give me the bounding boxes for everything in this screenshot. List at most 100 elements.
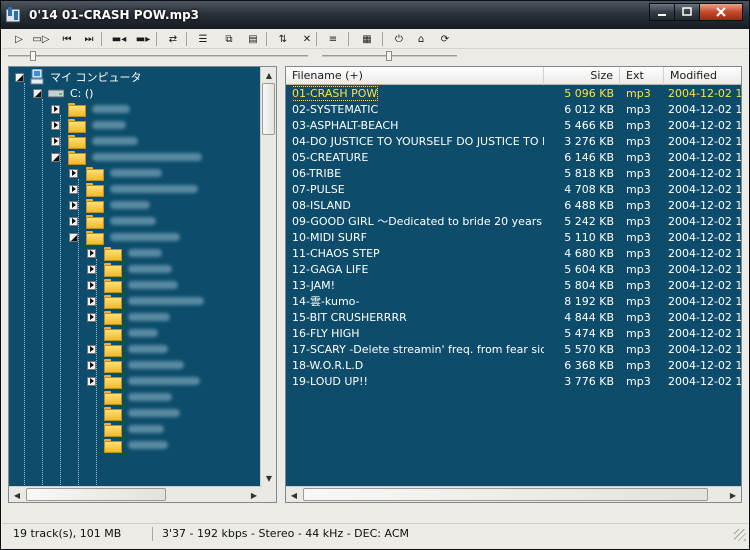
volume-slider-thumb[interactable] xyxy=(386,51,392,61)
table-row[interactable]: 09-GOOD GIRL 〜Dedicated to bride 20 year… xyxy=(286,214,741,230)
tree-item-my-computer[interactable]: マイ コンピュータ xyxy=(15,69,142,85)
expand-icon[interactable] xyxy=(87,344,96,354)
expand-icon[interactable] xyxy=(87,296,96,306)
table-row[interactable]: 01-CRASH POW 5 096 KB mp3 2004-12-02 11:2 xyxy=(286,86,741,102)
expand-icon[interactable] xyxy=(69,200,78,210)
tree-item-folder[interactable] xyxy=(87,437,168,453)
repeat-button[interactable]: ⇅ xyxy=(274,32,292,46)
align-button[interactable]: ≡ xyxy=(324,32,342,46)
tree-item-folder[interactable] xyxy=(69,181,198,197)
table-row[interactable]: 05-CREATURE 6 146 KB mp3 2004-12-02 11:2 xyxy=(286,150,741,166)
tree-item-folder[interactable] xyxy=(87,421,164,437)
tree-item-drive-c[interactable]: C: () xyxy=(33,85,93,101)
column-header-filename[interactable]: Filename (+) xyxy=(286,67,544,85)
tree-item-folder[interactable] xyxy=(87,261,172,277)
scroll-thumb[interactable] xyxy=(262,83,275,135)
table-row[interactable]: 07-PULSE 4 708 KB mp3 2004-12-02 11:2 xyxy=(286,182,741,198)
expand-icon[interactable] xyxy=(69,168,78,178)
table-row[interactable]: 14-雲-kumo- 8 192 KB mp3 2004-12-02 11:2 xyxy=(286,294,741,310)
scroll-thumb[interactable] xyxy=(26,488,166,501)
tree-item-folder[interactable] xyxy=(87,277,178,293)
play-button[interactable]: ▷ xyxy=(10,32,28,46)
table-row[interactable]: 12-GAGA LIFE 5 604 KB mp3 2004-12-02 11:2 xyxy=(286,262,741,278)
collapse-icon[interactable] xyxy=(51,152,60,162)
table-row[interactable]: 04-DO JUSTICE TO YOURSELF DO JUSTICE TO … xyxy=(286,134,741,150)
stop-button[interactable]: ✕ xyxy=(298,32,316,46)
table-row[interactable]: 11-CHAOS STEP 4 680 KB mp3 2004-12-02 11:2 xyxy=(286,246,741,262)
expand-icon[interactable] xyxy=(51,120,60,130)
tree-item-folder[interactable] xyxy=(87,245,162,261)
expand-icon[interactable] xyxy=(51,136,60,146)
column-header-size[interactable]: Size xyxy=(544,67,620,85)
table-row[interactable]: 18-W.O.R.L.D 6 368 KB mp3 2004-12-02 11:2 xyxy=(286,358,741,374)
table-row[interactable]: 03-ASPHALT-BEACH 5 466 KB mp3 2004-12-02 11… xyxy=(286,118,741,134)
column-header-ext[interactable]: Ext xyxy=(620,67,664,85)
properties-button[interactable]: ▦ xyxy=(358,32,376,46)
list-horizontal-scrollbar[interactable]: ◀ ▶ xyxy=(286,486,741,502)
expand-icon[interactable] xyxy=(87,248,96,258)
title-bar[interactable]: 0'14 01-CRASH POW.mp3 xyxy=(1,1,749,29)
expand-icon[interactable] xyxy=(87,360,96,370)
loop-button[interactable]: ⧉ xyxy=(220,32,238,46)
table-row[interactable]: 06-TRIBE 5 818 KB mp3 2004-12-02 11:2 xyxy=(286,166,741,182)
position-slider-track[interactable] xyxy=(8,55,308,57)
tree-horizontal-scrollbar[interactable]: ◀ ▶ xyxy=(9,486,262,502)
tree-item-folder[interactable] xyxy=(51,149,202,165)
expand-icon[interactable] xyxy=(69,184,78,194)
expand-icon[interactable] xyxy=(87,264,96,274)
tree-item-folder[interactable] xyxy=(51,117,126,133)
tree-item-folder[interactable] xyxy=(87,389,172,405)
table-row[interactable]: 02-SYSTEMATIC 6 012 KB mp3 2004-12-02 11:2 xyxy=(286,102,741,118)
table-row[interactable]: 10-MIDI SURF 5 110 KB mp3 2004-12-02 11:2 xyxy=(286,230,741,246)
expand-icon[interactable] xyxy=(87,280,96,290)
tree-item-folder[interactable] xyxy=(87,341,168,357)
expand-icon[interactable] xyxy=(69,216,78,226)
scroll-down-icon[interactable]: ▼ xyxy=(261,470,276,486)
table-row[interactable]: 08-ISLAND 6 488 KB mp3 2004-12-02 11:2 xyxy=(286,198,741,214)
scroll-left-icon[interactable]: ◀ xyxy=(286,487,302,502)
tree-item-folder[interactable] xyxy=(87,309,170,325)
tree-item-folder[interactable] xyxy=(87,293,204,309)
refresh-button[interactable]: ⟳ xyxy=(436,32,454,46)
expand-icon[interactable] xyxy=(87,312,96,322)
playlist-button[interactable]: ▤ xyxy=(244,32,262,46)
home-button[interactable]: ⌂ xyxy=(412,32,430,46)
tree-vertical-scrollbar[interactable]: ▲ ▼ xyxy=(260,67,276,502)
table-row[interactable]: 15-BIT CRUSHERRRR 4 844 KB mp3 2004-12-02 1… xyxy=(286,310,741,326)
tree-item-folder[interactable] xyxy=(51,101,130,117)
power-button[interactable]: ⏻ xyxy=(390,32,408,46)
collapse-icon[interactable] xyxy=(15,72,24,82)
tree-item-folder[interactable] xyxy=(87,405,180,421)
collapse-icon[interactable] xyxy=(33,88,42,98)
file-list[interactable]: Filename (+) Size Ext Modified 01-CRASH … xyxy=(285,66,742,503)
position-slider-thumb[interactable] xyxy=(30,51,36,61)
prev-track-button[interactable]: ⏮ xyxy=(58,32,76,46)
tree-item-folder[interactable] xyxy=(87,373,200,389)
next-track-button[interactable]: ⏭ xyxy=(80,32,98,46)
minimize-button[interactable] xyxy=(649,3,675,21)
close-button[interactable] xyxy=(699,3,743,21)
tree-item-folder[interactable] xyxy=(69,165,162,181)
scroll-right-icon[interactable]: ▶ xyxy=(246,487,262,502)
scroll-right-icon[interactable]: ▶ xyxy=(725,487,741,502)
folder-prev-button[interactable]: ▬◂ xyxy=(110,32,128,46)
expand-icon[interactable] xyxy=(87,376,96,386)
table-row[interactable]: 19-LOUD UP!! 3 776 KB mp3 2004-12-02 11:2 xyxy=(286,374,741,390)
tree-item-folder[interactable] xyxy=(51,133,138,149)
equalizer-button[interactable]: ☰ xyxy=(194,32,212,46)
folder-tree[interactable]: マイ コンピュータ C: () ▲ ▼ ◀ ▶ xyxy=(8,66,277,503)
scroll-thumb[interactable] xyxy=(303,488,708,501)
column-header-modified[interactable]: Modified xyxy=(664,67,741,85)
folder-next-button[interactable]: ▬▸ xyxy=(134,32,152,46)
shuffle-button[interactable]: ⇄ xyxy=(164,32,182,46)
tree-item-folder[interactable] xyxy=(69,229,180,245)
tree-item-folder[interactable] xyxy=(69,197,150,213)
collapse-icon[interactable] xyxy=(69,232,78,242)
resize-grip[interactable] xyxy=(734,529,746,541)
tree-item-folder[interactable] xyxy=(69,213,156,229)
scroll-left-icon[interactable]: ◀ xyxy=(9,487,25,502)
expand-icon[interactable] xyxy=(51,104,60,114)
table-row[interactable]: 17-SCARY -Delete streamin' freq. from fe… xyxy=(286,342,741,358)
maximize-button[interactable] xyxy=(674,3,700,21)
tree-item-folder[interactable] xyxy=(87,357,184,373)
